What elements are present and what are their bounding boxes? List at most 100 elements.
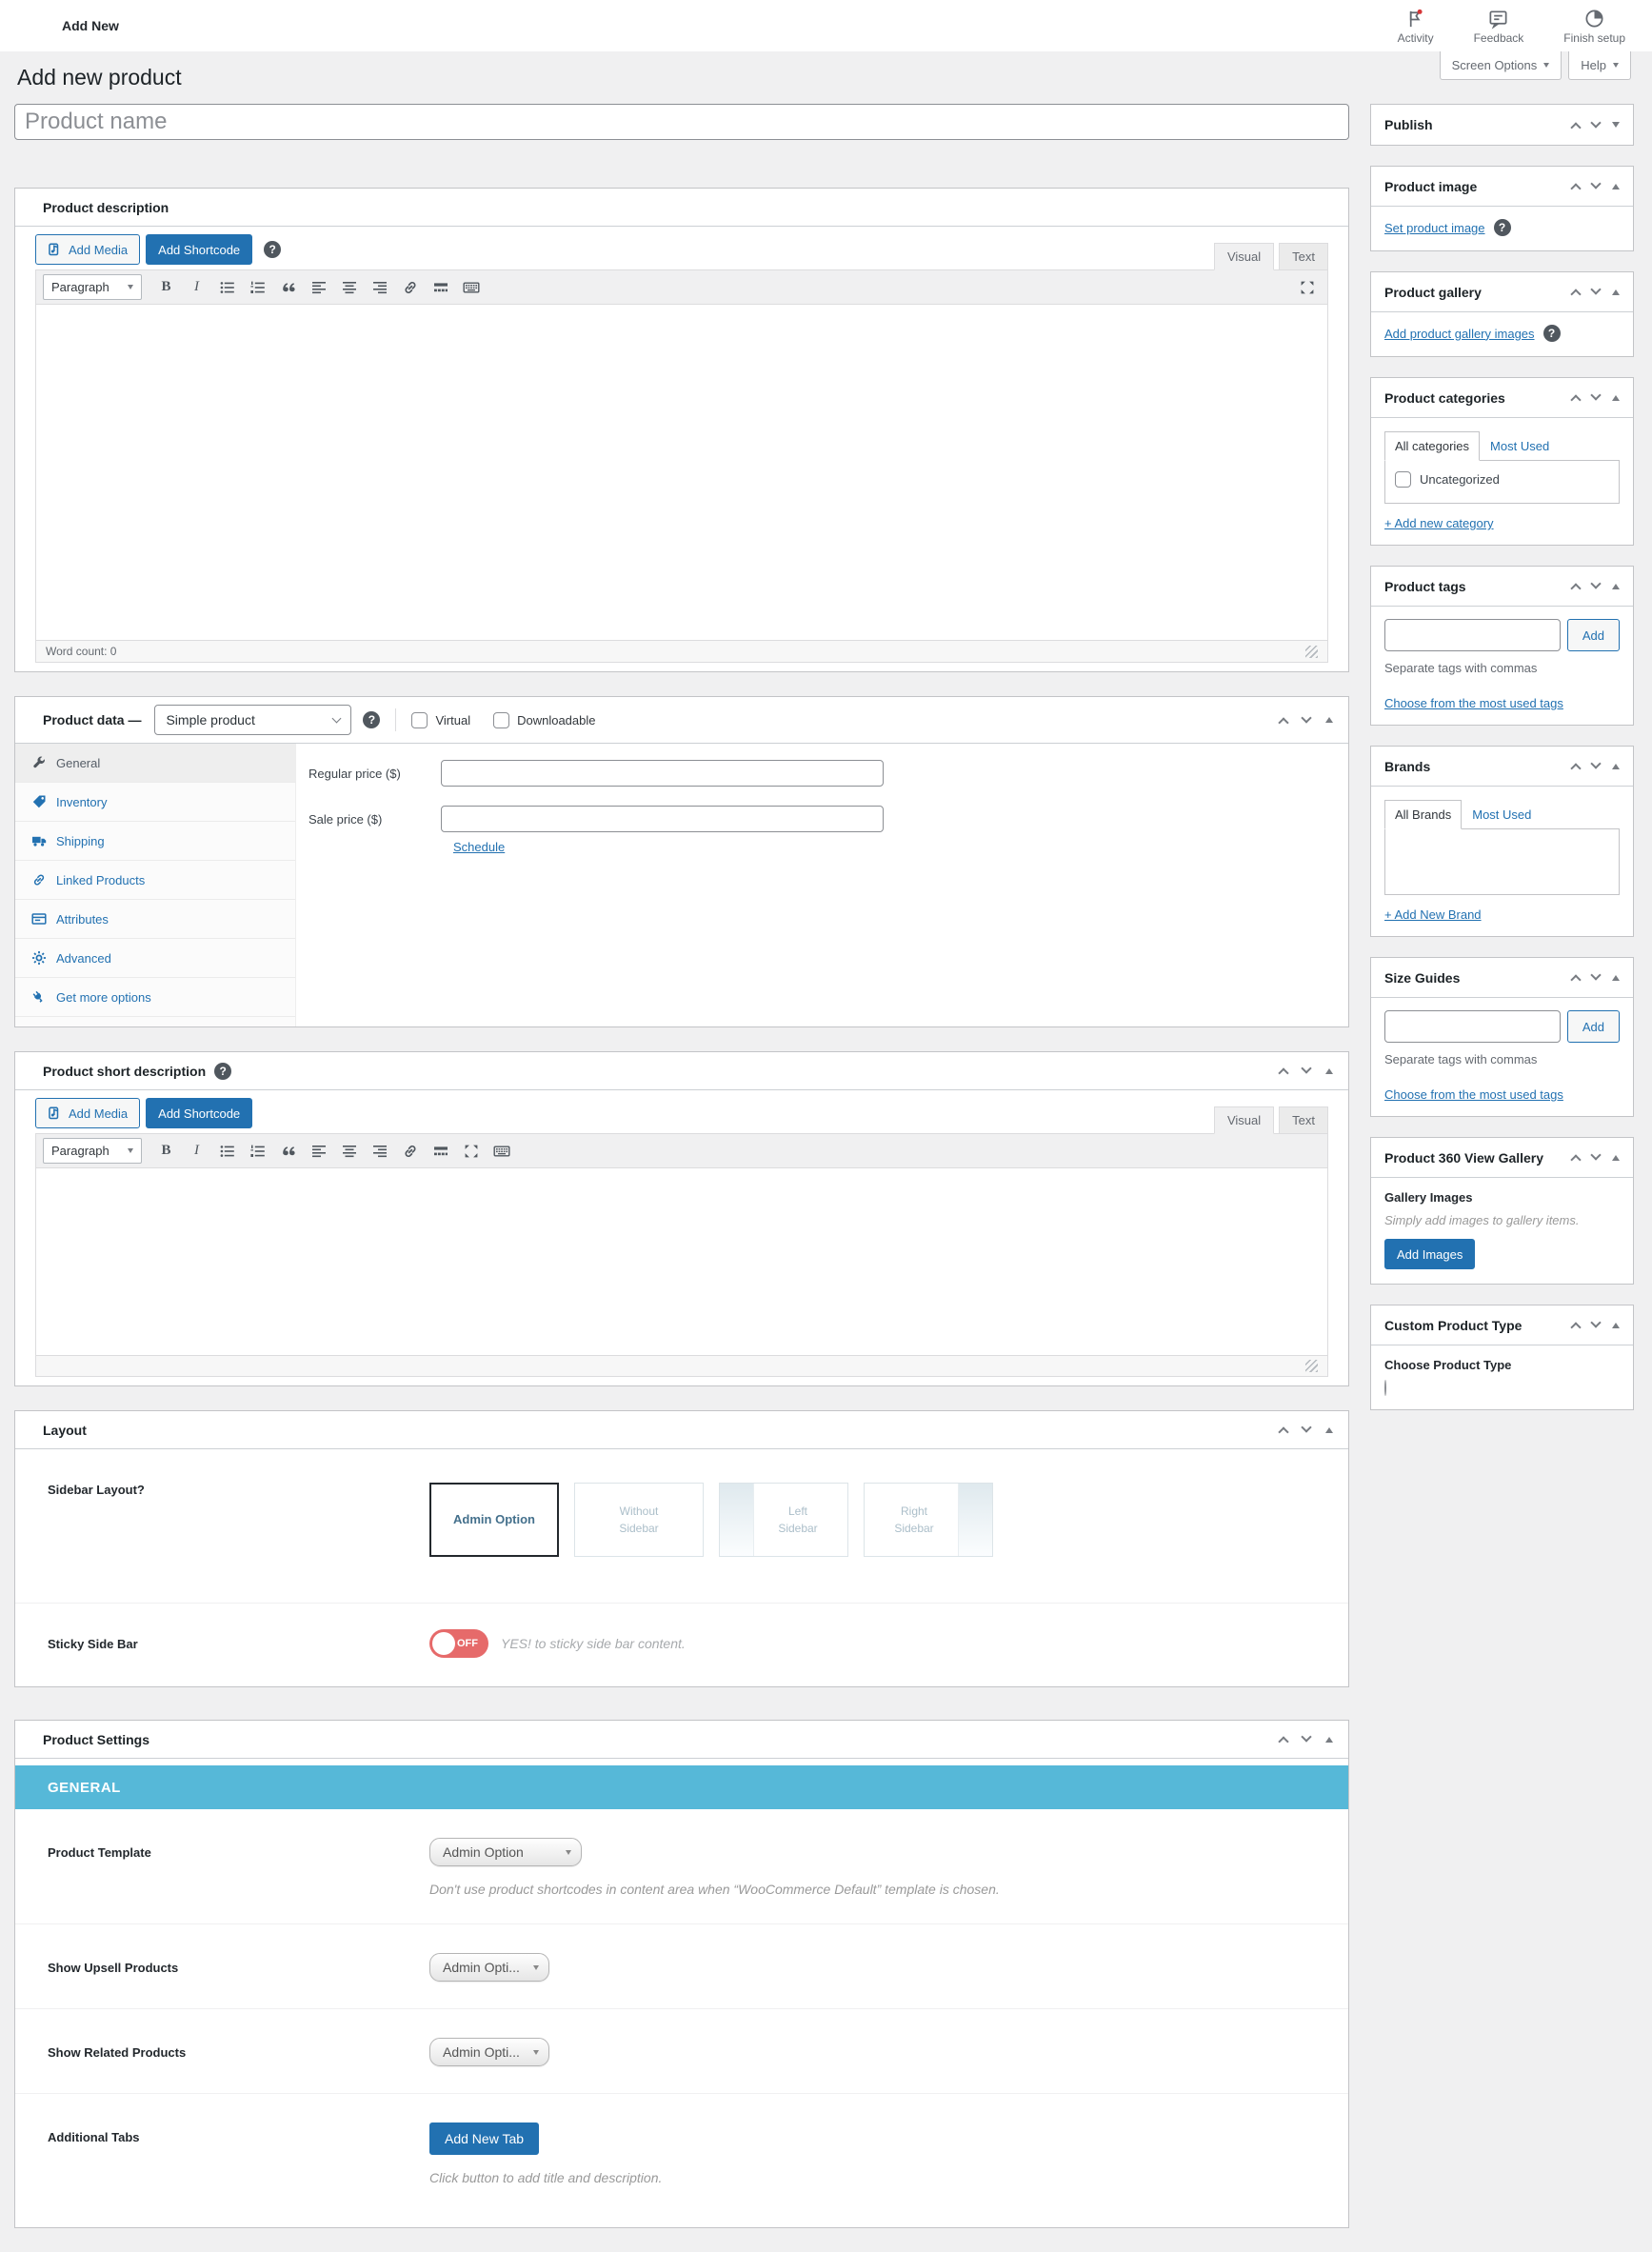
toggle-panel-button[interactable]: [1325, 1067, 1333, 1074]
order-up-button[interactable]: [1570, 391, 1582, 406]
help-icon[interactable]: ?: [1493, 219, 1511, 236]
size-guides-input[interactable]: [1384, 1010, 1561, 1043]
order-down-button[interactable]: [1590, 1317, 1602, 1331]
toolbar-toggle-button[interactable]: [457, 274, 485, 300]
insert-link-button[interactable]: [396, 1138, 424, 1164]
order-up-button[interactable]: [1278, 1065, 1289, 1079]
downloadable-checkbox-label[interactable]: Downloadable: [493, 711, 596, 728]
read-more-button[interactable]: [427, 1138, 454, 1164]
order-up-button[interactable]: [1278, 1733, 1289, 1747]
order-up-button[interactable]: [1570, 180, 1582, 194]
layout-option-right-sidebar[interactable]: Right Sidebar: [864, 1483, 993, 1557]
tab-attributes[interactable]: Attributes: [15, 900, 295, 939]
order-up-button[interactable]: [1570, 971, 1582, 986]
add-new-brand-link[interactable]: + Add New Brand: [1384, 907, 1482, 922]
toggle-panel-button[interactable]: [1612, 974, 1620, 981]
tab-visual[interactable]: Visual: [1213, 243, 1275, 270]
add-new-tab-button[interactable]: Add New Tab: [429, 2122, 540, 2155]
blockquote-button[interactable]: [274, 274, 302, 300]
virtual-checkbox[interactable]: [411, 711, 428, 728]
layout-option-without-sidebar[interactable]: Without Sidebar: [574, 1483, 704, 1557]
regular-price-input[interactable]: [441, 760, 884, 787]
toggle-panel-button[interactable]: [1612, 583, 1620, 589]
order-up-button[interactable]: [1570, 119, 1582, 133]
order-down-button[interactable]: [1301, 1063, 1312, 1077]
bold-button[interactable]: B: [152, 1138, 180, 1164]
add-shortcode-button[interactable]: Add Shortcode: [146, 234, 253, 265]
paragraph-format-select[interactable]: Paragraph: [43, 274, 142, 300]
fullscreen-button[interactable]: [1293, 274, 1321, 300]
italic-button[interactable]: I: [183, 274, 210, 300]
align-right-button[interactable]: [366, 1138, 393, 1164]
toggle-panel-button[interactable]: [1612, 183, 1620, 189]
add-media-button[interactable]: Add Media: [35, 1098, 141, 1128]
order-down-button[interactable]: [1301, 1422, 1312, 1436]
short-description-editor-canvas[interactable]: [36, 1168, 1327, 1355]
insert-link-button[interactable]: [396, 274, 424, 300]
toggle-panel-button[interactable]: [1612, 122, 1620, 128]
order-down-button[interactable]: [1590, 758, 1602, 772]
order-down-button[interactable]: [1590, 116, 1602, 131]
order-up-button[interactable]: [1278, 714, 1289, 728]
tags-input[interactable]: [1384, 619, 1561, 651]
resize-grip[interactable]: [1305, 1360, 1318, 1372]
choose-most-used-tags-link[interactable]: Choose from the most used tags: [1384, 1087, 1563, 1102]
tab-most-used[interactable]: Most Used: [1462, 800, 1542, 829]
schedule-link[interactable]: Schedule: [453, 840, 505, 854]
sticky-sidebar-toggle[interactable]: OFF: [429, 1629, 488, 1658]
order-up-button[interactable]: [1570, 286, 1582, 300]
tab-get-more-options[interactable]: Get more options: [15, 978, 295, 1017]
toggle-panel-button[interactable]: [1612, 1154, 1620, 1161]
order-up-button[interactable]: [1278, 1424, 1289, 1438]
layout-option-left-sidebar[interactable]: Left Sidebar: [719, 1483, 848, 1557]
show-upsell-select[interactable]: Admin Opti...: [429, 1953, 549, 1982]
resize-grip[interactable]: [1305, 645, 1318, 658]
align-right-button[interactable]: [366, 274, 393, 300]
set-product-image-link[interactable]: Set product image: [1384, 221, 1485, 235]
add-images-button[interactable]: Add Images: [1384, 1239, 1476, 1269]
choose-most-used-tags-link[interactable]: Choose from the most used tags: [1384, 696, 1563, 710]
activity-button[interactable]: Activity: [1392, 7, 1440, 46]
order-up-button[interactable]: [1570, 1319, 1582, 1333]
align-left-button[interactable]: [305, 274, 332, 300]
screen-options-button[interactable]: Screen Options: [1439, 51, 1562, 80]
downloadable-checkbox[interactable]: [493, 711, 510, 728]
blockquote-button[interactable]: [274, 1138, 302, 1164]
align-center-button[interactable]: [335, 274, 363, 300]
toggle-panel-button[interactable]: [1612, 1322, 1620, 1328]
tab-general[interactable]: General: [15, 744, 296, 783]
feedback-button[interactable]: Feedback: [1468, 7, 1530, 46]
tab-all-categories[interactable]: All categories: [1384, 431, 1481, 461]
toggle-panel-button[interactable]: [1325, 717, 1333, 723]
finish-setup-button[interactable]: Finish setup: [1558, 7, 1631, 46]
add-shortcode-button[interactable]: Add Shortcode: [146, 1098, 253, 1128]
order-up-button[interactable]: [1570, 580, 1582, 594]
align-left-button[interactable]: [305, 1138, 332, 1164]
product-type-radio[interactable]: [1384, 1380, 1386, 1396]
tab-advanced[interactable]: Advanced: [15, 939, 295, 978]
description-editor-canvas[interactable]: [36, 305, 1327, 640]
virtual-checkbox-label[interactable]: Virtual: [411, 711, 470, 728]
bullet-list-button[interactable]: [213, 1138, 241, 1164]
tab-inventory[interactable]: Inventory: [15, 783, 295, 822]
order-up-button[interactable]: [1570, 1151, 1582, 1166]
tab-all-brands[interactable]: All Brands: [1384, 800, 1463, 829]
order-down-button[interactable]: [1590, 389, 1602, 404]
help-icon[interactable]: ?: [214, 1062, 232, 1080]
order-down-button[interactable]: [1590, 969, 1602, 984]
product-template-select[interactable]: Admin Option: [429, 1838, 582, 1866]
layout-option-admin[interactable]: Admin Option: [429, 1483, 559, 1557]
tab-shipping[interactable]: Shipping: [15, 822, 295, 861]
order-down-button[interactable]: [1301, 711, 1312, 727]
order-down-button[interactable]: [1590, 178, 1602, 192]
product-type-select[interactable]: Simple product: [154, 705, 352, 735]
add-tag-button[interactable]: Add: [1566, 619, 1620, 651]
help-button[interactable]: Help: [1568, 51, 1631, 80]
align-center-button[interactable]: [335, 1138, 363, 1164]
numbered-list-button[interactable]: [244, 274, 271, 300]
product-name-input[interactable]: [14, 104, 1349, 140]
bold-button[interactable]: B: [152, 274, 180, 300]
fullscreen-button[interactable]: [457, 1138, 485, 1164]
help-icon[interactable]: ?: [1543, 325, 1561, 342]
order-down-button[interactable]: [1301, 1731, 1312, 1745]
